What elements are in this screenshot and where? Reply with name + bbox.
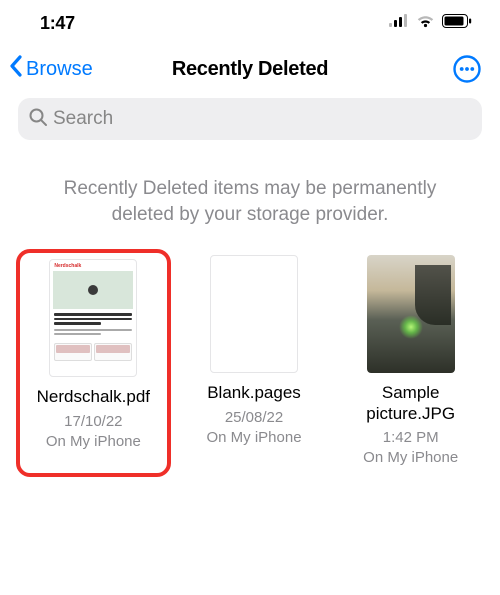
info-banner: Recently Deleted items may be permanentl… [0, 150, 500, 249]
more-options-button[interactable] [452, 54, 482, 84]
back-button[interactable]: Browse [8, 54, 93, 84]
file-location: On My iPhone [46, 432, 141, 452]
page-title: Recently Deleted [172, 58, 328, 81]
file-item-nerdschalk[interactable]: Nerdschalk Nerdschalk.pdf 17/10/22 On My… [16, 249, 171, 476]
ellipsis-circle-icon [452, 54, 482, 84]
file-thumbnail: Nerdschalk [49, 259, 137, 377]
file-name: Nerdschalk.pdf [37, 387, 150, 407]
file-date: 17/10/22 [64, 412, 122, 432]
status-bar: 1:47 [0, 0, 500, 42]
search-input[interactable]: Search [18, 98, 482, 140]
file-item-blank[interactable]: Blank.pages 25/08/22 On My iPhone [181, 249, 328, 476]
wifi-icon [416, 14, 435, 33]
search-placeholder: Search [53, 108, 113, 130]
file-thumbnail [210, 255, 298, 373]
files-grid: Nerdschalk Nerdschalk.pdf 17/10/22 On My… [0, 249, 500, 476]
back-label: Browse [26, 58, 93, 81]
chevron-left-icon [8, 54, 24, 84]
status-icons [389, 14, 472, 33]
file-date: 25/08/22 [225, 408, 283, 428]
file-thumbnail [367, 255, 455, 373]
status-time: 1:47 [40, 13, 75, 34]
cellular-signal-icon [389, 14, 409, 32]
file-location: On My iPhone [363, 448, 458, 468]
file-date: 1:42 PM [383, 428, 439, 448]
battery-icon [442, 14, 472, 33]
search-icon [28, 107, 48, 132]
file-name: Sample picture.JPG [341, 383, 480, 424]
file-name: Blank.pages [207, 383, 301, 403]
file-item-sample-picture[interactable]: Sample picture.JPG 1:42 PM On My iPhone [337, 249, 484, 476]
file-location: On My iPhone [206, 428, 301, 448]
nav-bar: Browse Recently Deleted [0, 42, 500, 94]
